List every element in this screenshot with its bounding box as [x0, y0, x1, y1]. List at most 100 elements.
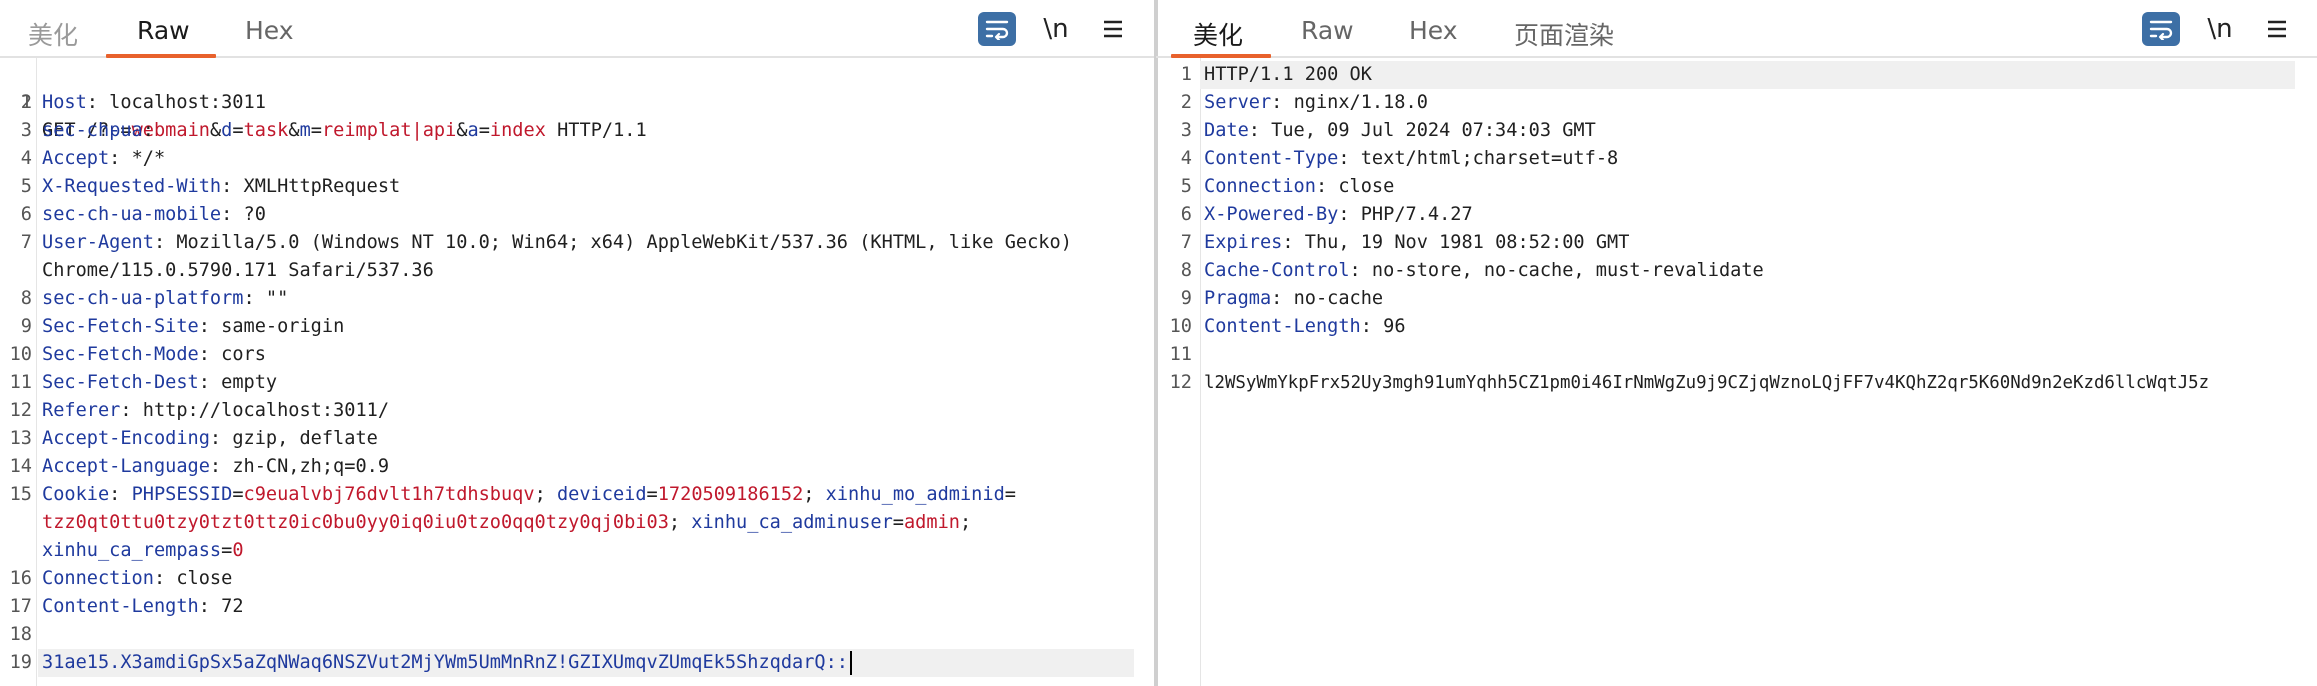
line-number: 5 — [1180, 176, 1192, 197]
header-value: Mozilla/5.0 (Windows NT 10.0; Win64; x64… — [176, 232, 1072, 253]
header-value: close — [176, 568, 233, 589]
request-editor[interactable]: 1 GET /?p=webmain&d=task&m=reimplat|api&… — [0, 58, 1156, 686]
response-tab-render[interactable]: 页面渲染 — [1514, 16, 1614, 52]
blank-line: 18 — [0, 621, 1134, 649]
header-line: 10 Sec-Fetch-Mode: cors — [0, 341, 1134, 369]
line-number: 17 — [9, 596, 32, 617]
menu-button[interactable] — [1098, 12, 1128, 46]
header-value: same-origin — [221, 316, 345, 337]
wrap-lines-button[interactable] — [2142, 12, 2180, 46]
header-value: nginx/1.18.0 — [1293, 92, 1428, 113]
header-name: Content-Length — [42, 596, 199, 617]
response-tab-hex[interactable]: Hex — [1409, 16, 1458, 45]
line-number: 18 — [9, 624, 32, 645]
request-tab-hex[interactable]: Hex — [245, 16, 294, 45]
cookie-value: admin — [903, 512, 960, 533]
header-line: 11 Sec-Fetch-Dest: empty — [0, 369, 1134, 397]
response-body-line: 12 l2WSyWmYkpFrx52Uy3mgh91umYqhh5CZ1pm0i4… — [1156, 369, 2295, 397]
header-value: cors — [221, 344, 266, 365]
wrap-lines-button[interactable] — [978, 12, 1016, 46]
header-value: localhost:3011 — [109, 92, 266, 113]
menu-icon — [2268, 20, 2286, 38]
header-name: X-Powered-By — [1204, 204, 1339, 225]
cookie-name: deviceid — [556, 484, 647, 505]
header-name: Cookie — [42, 484, 110, 505]
newline-toggle[interactable]: \n — [2203, 12, 2237, 46]
cookie-value: c9eualvbj76dvlt1h7tdhsbuqv — [243, 484, 535, 505]
header-line: 13 Accept-Encoding: gzip, deflate — [0, 425, 1134, 453]
cookie-name: xinhu_ca_adminuser — [691, 512, 893, 533]
line-number: 14 — [9, 456, 32, 477]
header-line: 3 Date: Tue, 09 Jul 2024 07:34:03 GMT — [1156, 117, 2295, 145]
header-name: Host — [42, 92, 87, 113]
header-name: Referer — [42, 400, 121, 421]
request-panel: 美化 Raw Hex \n 1 GET /?p=webmain&d=task&m… — [0, 0, 1156, 686]
header-name: Pragma — [1204, 288, 1272, 309]
menu-icon — [1104, 20, 1122, 38]
header-name: User-Agent — [42, 232, 154, 253]
header-value: Thu, 19 Nov 1981 08:52:00 GMT — [1304, 232, 1630, 253]
header-value: 96 — [1383, 316, 1406, 337]
cookie-line-wrap: tzz0qt0ttu0tzy0tzt0ttz0ic0bu0yy0iq0iu0tz… — [42, 512, 972, 533]
line-number: 10 — [9, 344, 32, 365]
header-name: Sec-Fetch-Site — [42, 316, 199, 337]
status-line: 1 HTTP/1.1 200 OK — [1181, 61, 2295, 89]
response-tab-pretty[interactable]: 美化 — [1193, 16, 1243, 52]
response-panel: 美化 Raw Hex 页面渲染 \n 1 HTTP/1.1 200 OK 2 S… — [1156, 0, 2317, 686]
line-number: 19 — [9, 652, 32, 673]
cookie-name: xinhu_mo_adminid — [825, 484, 1005, 505]
header-value: http://localhost:3011/ — [142, 400, 390, 421]
header-line: 4 Accept: */* — [0, 145, 1134, 173]
request-body-line[interactable]: 19 31ae15.X3amdiGpSx5aZqNWaq6NSZVut2MjYWm… — [10, 649, 1134, 677]
header-value: text/html;charset=utf-8 — [1360, 148, 1619, 169]
request-body: 31ae15.X3amdiGpSx5aZqNWaq6NSZVut2MjYWm5U… — [42, 652, 848, 673]
newline-toggle[interactable]: \n — [1039, 12, 1073, 46]
line-number: 12 — [1169, 372, 1192, 393]
header-value: no-cache — [1293, 288, 1384, 309]
header-value: no-store, no-cache, must-revalidate — [1371, 260, 1764, 281]
cookie-name: xinhu_ca_rempass — [42, 540, 222, 561]
line-number: 15 — [9, 484, 32, 505]
line-number: 6 — [1180, 204, 1192, 225]
line-number: 7 — [20, 232, 32, 253]
response-tab-bar: 美化 Raw Hex 页面渲染 \n — [1156, 0, 2317, 58]
cookie-name: PHPSESSID — [131, 484, 233, 505]
header-value: close — [1338, 176, 1395, 197]
response-editor[interactable]: 1 HTTP/1.1 200 OK 2 Server: nginx/1.18.0 3… — [1156, 58, 2317, 686]
line-number: 2 — [20, 92, 32, 113]
header-name: Expires — [1204, 232, 1283, 253]
header-line: 16 Connection: close — [0, 565, 1134, 593]
header-name: Sec-Fetch-Mode — [42, 344, 199, 365]
header-value: ?0 — [243, 204, 266, 225]
cookie-value: 1720509186152 — [657, 484, 804, 505]
line-number: 7 — [1180, 232, 1192, 253]
text-caret — [850, 650, 852, 675]
request-tab-raw[interactable]: Raw — [137, 16, 190, 45]
header-line: 5 X-Requested-With: XMLHttpRequest — [0, 173, 1134, 201]
line-number: 10 — [1169, 316, 1192, 337]
line-number: 1 — [1180, 64, 1192, 85]
header-name: Connection — [42, 568, 154, 589]
line-number: 11 — [1169, 344, 1192, 365]
header-name: Cache-Control — [1204, 260, 1350, 281]
header-value: empty — [221, 372, 278, 393]
header-line: 2 Server: nginx/1.18.0 — [1156, 89, 2295, 117]
line-number: 6 — [20, 204, 32, 225]
line-number: 9 — [1180, 288, 1192, 309]
header-name: Content-Length — [1204, 316, 1361, 337]
request-tab-pretty[interactable]: 美化 — [28, 16, 78, 52]
header-name: sec-ch-ua-platform — [42, 288, 244, 309]
menu-button[interactable] — [2262, 12, 2292, 46]
header-value: "" — [265, 288, 289, 309]
header-name: sec-ch-ua-mobile — [42, 204, 222, 225]
header-line: 7 Expires: Thu, 19 Nov 1981 08:52:00 GMT — [1156, 229, 2295, 257]
line-number: 5 — [20, 176, 32, 197]
header-value: Tue, 09 Jul 2024 07:34:03 GMT — [1271, 120, 1596, 141]
header-name: sec-ch-ua — [42, 120, 143, 141]
cookie-line: 15 Cookie: PHPSESSID=c9eualvbj76dvlt1h7td… — [0, 481, 1134, 509]
request-tab-bar: 美化 Raw Hex \n — [0, 0, 1156, 58]
response-tab-raw[interactable]: Raw — [1301, 16, 1354, 45]
line-number: 3 — [20, 120, 32, 141]
header-line: 8 sec-ch-ua-platform: "" — [0, 285, 1134, 313]
line-number: 4 — [1180, 148, 1192, 169]
